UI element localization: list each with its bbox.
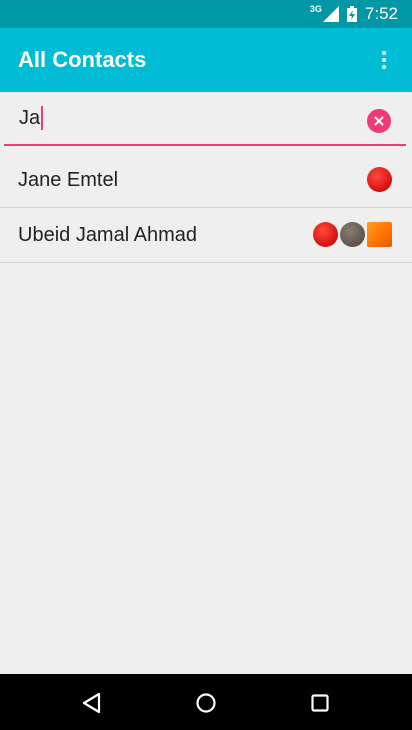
battery-icon xyxy=(346,6,357,22)
navigation-bar xyxy=(0,674,412,730)
text-cursor xyxy=(41,106,43,130)
contact-name: Ubeid Jamal Ahmad xyxy=(18,223,197,246)
clock: 7:52 xyxy=(364,4,398,23)
back-icon[interactable] xyxy=(77,688,107,718)
recents-icon[interactable] xyxy=(305,688,335,718)
contact-list: Jane Emtel Ubeid Jamal Ahmad xyxy=(0,153,412,263)
signal-icon xyxy=(322,6,339,22)
contact-row[interactable]: Ubeid Jamal Ahmad xyxy=(0,208,412,263)
search-bar xyxy=(0,92,412,148)
contact-badges xyxy=(367,167,392,192)
badge-red-circle xyxy=(367,167,392,192)
contact-row[interactable]: Jane Emtel xyxy=(0,153,412,208)
app-bar: All Contacts xyxy=(0,28,412,92)
contact-badges xyxy=(313,222,392,247)
network-type-label: 3G xyxy=(309,4,322,14)
badge-red-circle xyxy=(313,222,338,247)
badge-brown-circle xyxy=(340,222,365,247)
page-title: All Contacts xyxy=(18,47,147,72)
home-icon[interactable] xyxy=(191,688,221,718)
clear-search-button[interactable] xyxy=(367,109,391,133)
search-input[interactable] xyxy=(4,92,406,146)
contact-name: Jane Emtel xyxy=(18,168,119,191)
status-bar: 3G 7:52 xyxy=(0,0,412,28)
badge-orange-square xyxy=(367,222,392,247)
clear-icon xyxy=(374,116,384,126)
overflow-menu-icon[interactable] xyxy=(372,48,396,72)
